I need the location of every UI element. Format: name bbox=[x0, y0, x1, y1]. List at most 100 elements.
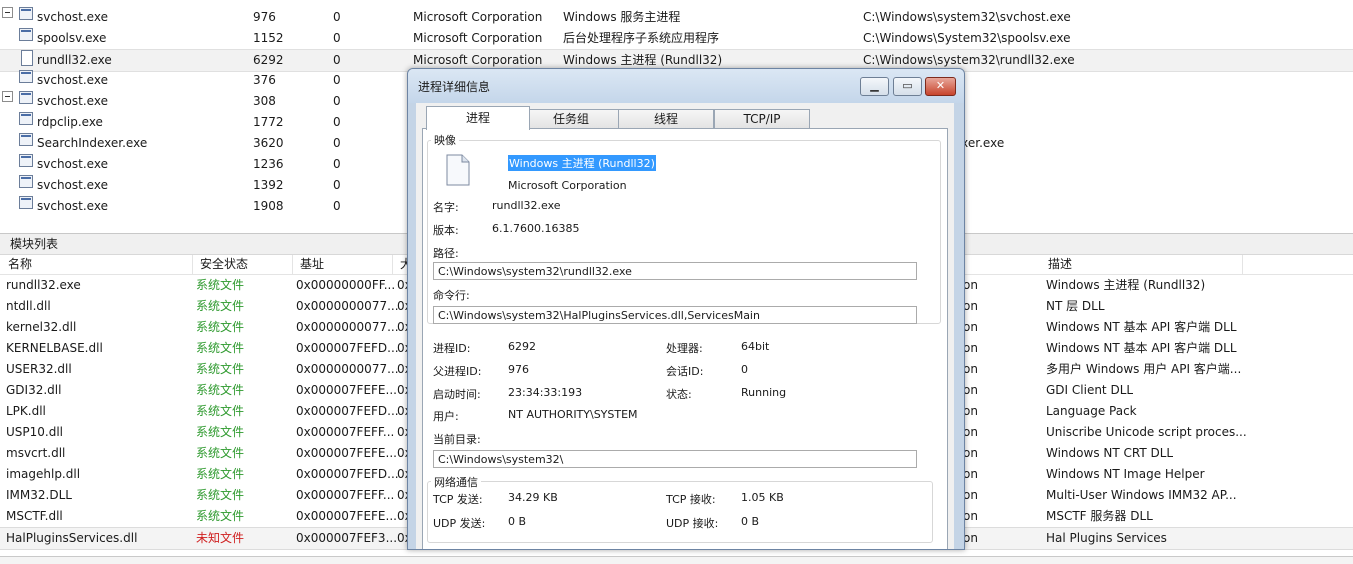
module-description: GDI Client DLL bbox=[1046, 383, 1134, 397]
module-description: Windows NT Image Helper bbox=[1046, 467, 1205, 481]
column-header-desc[interactable]: 描述 bbox=[1040, 255, 1243, 274]
process-path: C:\Windows\system32\svchost.exe bbox=[863, 10, 1071, 24]
cwd-label: 当前目录: bbox=[433, 433, 481, 446]
module-name: USP10.dll bbox=[6, 425, 64, 439]
process-pid: 6292 bbox=[253, 53, 284, 67]
module-name: HalPluginsServices.dll bbox=[6, 531, 138, 545]
image-description[interactable]: Windows 主进程 (Rundll32) bbox=[508, 155, 656, 171]
cmdline-field[interactable]: C:\Windows\system32\HalPluginsServices.d… bbox=[433, 306, 917, 324]
module-name: MSCTF.dll bbox=[6, 509, 63, 523]
path-field[interactable]: C:\Windows\system32\rundll32.exe bbox=[433, 262, 917, 280]
exe-icon bbox=[19, 91, 33, 104]
module-security-status: 系统文件 bbox=[196, 467, 245, 481]
process-name: svchost.exe bbox=[37, 73, 108, 87]
tab-tcpip[interactable]: TCP/IP bbox=[714, 109, 810, 129]
tcp-send-value: 34.29 KB bbox=[508, 491, 558, 504]
close-button[interactable]: ✕ bbox=[925, 77, 956, 96]
state-label: 状态: bbox=[666, 388, 692, 401]
tab-task-group[interactable]: 任务组 bbox=[523, 109, 619, 129]
module-security-status: 系统文件 bbox=[196, 278, 245, 292]
process-company: Microsoft Corporation bbox=[413, 10, 543, 24]
column-header-base[interactable]: 基址 bbox=[292, 255, 393, 274]
tab-process[interactable]: 进程 bbox=[426, 106, 530, 130]
module-security-status: 系统文件 bbox=[196, 320, 245, 334]
exe-icon bbox=[19, 28, 33, 41]
module-company: on bbox=[963, 383, 978, 397]
module-company: on bbox=[963, 404, 978, 418]
module-company: on bbox=[963, 341, 978, 355]
process-cpu: 0 bbox=[333, 53, 341, 67]
process-cpu: 0 bbox=[333, 73, 341, 87]
column-header-security[interactable]: 安全状态 bbox=[192, 255, 293, 274]
process-pid: 1152 bbox=[253, 31, 284, 45]
process-name: rdpclip.exe bbox=[37, 115, 103, 129]
exe-icon bbox=[19, 175, 33, 188]
exe-icon bbox=[19, 7, 33, 20]
module-base-address: 0x000007FEFE... bbox=[296, 509, 397, 523]
version-value: 6.1.7600.16385 bbox=[492, 222, 580, 235]
module-company: on bbox=[963, 320, 978, 334]
module-description: MSCTF 服务器 DLL bbox=[1046, 509, 1153, 523]
collapse-icon[interactable] bbox=[2, 7, 13, 18]
parent-pid-label: 父进程ID: bbox=[433, 365, 482, 378]
exe-icon bbox=[19, 196, 33, 209]
path-label: 路径: bbox=[433, 247, 459, 260]
module-name: USER32.dll bbox=[6, 362, 72, 376]
dialog-title: 进程详细信息 bbox=[418, 80, 491, 94]
process-name: SearchIndexer.exe bbox=[37, 136, 148, 150]
module-description: Windows NT CRT DLL bbox=[1046, 446, 1174, 460]
process-row[interactable]: spoolsv.exe 1152 0 Microsoft Corporation 后台处… bbox=[0, 28, 1353, 49]
process-pid: 976 bbox=[253, 10, 276, 24]
column-header-name[interactable]: 名称 bbox=[0, 255, 193, 274]
dialog-title-bar[interactable]: 进程详细信息 ▁ ▭ ✕ bbox=[408, 69, 964, 103]
process-pid: 1236 bbox=[253, 157, 284, 171]
module-security-status: 系统文件 bbox=[196, 509, 245, 523]
udp-recv-value: 0 B bbox=[741, 515, 760, 528]
tab-threads[interactable]: 线程 bbox=[618, 109, 714, 129]
module-base-address: 0x000007FEF3... bbox=[296, 531, 398, 545]
module-security-status: 系统文件 bbox=[196, 341, 245, 355]
module-description: Windows NT 基本 API 客户端 DLL bbox=[1046, 320, 1237, 334]
cwd-field[interactable]: C:\Windows\system32\ bbox=[433, 450, 917, 468]
module-description: Hal Plugins Services bbox=[1046, 531, 1167, 545]
udp-send-label: UDP 发送: bbox=[433, 517, 486, 530]
restore-icon: ▭ bbox=[902, 79, 913, 92]
process-cpu: 0 bbox=[333, 31, 341, 45]
module-name: KERNELBASE.dll bbox=[6, 341, 103, 355]
cpu-value: 64bit bbox=[741, 340, 770, 353]
module-description: Windows NT 基本 API 客户端 DLL bbox=[1046, 341, 1237, 355]
process-name: rundll32.exe bbox=[37, 53, 112, 67]
process-pid: 1908 bbox=[253, 199, 284, 213]
tcp-recv-label: TCP 接收: bbox=[666, 493, 716, 506]
module-base-address: 0x000007FEFD... bbox=[296, 467, 399, 481]
process-description: Windows 服务主进程 bbox=[563, 10, 681, 24]
module-company: on bbox=[963, 531, 978, 545]
module-name: IMM32.DLL bbox=[6, 488, 72, 502]
process-row[interactable]: svchost.exe 976 0 Microsoft Corporation Wind… bbox=[0, 7, 1353, 28]
module-base-address: 0x0000000077... bbox=[296, 299, 399, 313]
exe-icon bbox=[19, 112, 33, 125]
collapse-icon[interactable] bbox=[2, 91, 13, 102]
restore-button[interactable]: ▭ bbox=[893, 77, 922, 96]
process-pid: 308 bbox=[253, 94, 276, 108]
minimize-button[interactable]: ▁ bbox=[860, 77, 889, 96]
module-security-status: 系统文件 bbox=[196, 425, 245, 439]
process-name: svchost.exe bbox=[37, 178, 108, 192]
module-security-status: 系统文件 bbox=[196, 362, 245, 376]
process-description: 后台处理程序子系统应用程序 bbox=[563, 31, 720, 45]
process-name: spoolsv.exe bbox=[37, 31, 107, 45]
module-description: Windows 主进程 (Rundll32) bbox=[1046, 278, 1206, 292]
process-name: svchost.exe bbox=[37, 10, 108, 24]
session-id-label: 会话ID: bbox=[666, 365, 704, 378]
module-base-address: 0x00000000FF... bbox=[296, 278, 396, 292]
module-base-address: 0x000007FEFD... bbox=[296, 404, 399, 418]
process-pid: 1772 bbox=[253, 115, 284, 129]
module-company: on bbox=[963, 446, 978, 460]
udp-send-value: 0 B bbox=[508, 515, 527, 528]
module-description: NT 层 DLL bbox=[1046, 299, 1105, 313]
process-cpu: 0 bbox=[333, 94, 341, 108]
module-name: kernel32.dll bbox=[6, 320, 77, 334]
tab-page-process: 映像 Windows 主进程 (Rundll32) Microsoft Corp… bbox=[422, 128, 948, 549]
process-name: svchost.exe bbox=[37, 94, 108, 108]
process-path: C:\Windows\System32\spoolsv.exe bbox=[863, 31, 1071, 45]
